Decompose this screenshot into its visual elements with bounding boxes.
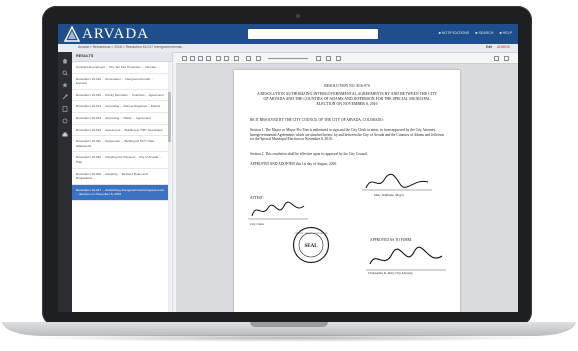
list-item[interactable]: Resolution 16-015 ... Rocky Mountain ...…: [72, 90, 168, 102]
laptop-notch: [250, 322, 328, 327]
pan-icon[interactable]: [216, 56, 221, 61]
list-item[interactable]: Resolution 16-012 ... Agreement ... Buil…: [72, 125, 168, 137]
enacting-clause: BE IT RESOLVED BY THE CITY COUNCIL OF TH…: [250, 118, 384, 122]
section-1: Section 1. The Mayor or Mayor Pro Tem is…: [250, 128, 445, 142]
search-icon[interactable]: [62, 70, 68, 76]
results-header: RESULTS: [72, 52, 172, 62]
admins-link[interactable]: ADMINS: [497, 45, 510, 49]
close-icon[interactable]: [504, 56, 509, 61]
resolution-title: A RESOLUTION AUTHORIZING INTERGOVERNMENT…: [256, 92, 438, 107]
mayor-name: Marc Williams, Mayor: [374, 193, 405, 197]
results-scrollbar[interactable]: [168, 62, 171, 312]
rotate-icon[interactable]: [234, 56, 239, 61]
app-screen: ARVADA ■ NOTIFICATIONS ■ SEARCH ■ HELP A…: [58, 24, 518, 312]
document-icon[interactable]: [62, 106, 68, 112]
results-panel: RESULTS Contract Amendment ... Pro-Tec F…: [72, 52, 173, 312]
select-icon[interactable]: [224, 56, 229, 61]
list-item[interactable]: Resolution 16-009 ... Adopting ... Revis…: [72, 169, 168, 185]
home-icon[interactable]: [62, 58, 68, 64]
top-links: ■ NOTIFICATIONS ■ SEARCH ■ HELP: [439, 30, 512, 36]
document-viewer: RESOLUTION NO. R16-070 A RESOLUTION AUTH…: [176, 54, 518, 312]
breadcrumb[interactable]: Arvada > Resolutions > 2016 > Resolution…: [78, 45, 184, 49]
seal-ring-text: CITY OF ARVADA COLORADO: [294, 232, 327, 235]
left-icon-rail: [58, 52, 72, 312]
attorney-signature: [366, 246, 446, 271]
seal-text: SEAL: [304, 244, 318, 249]
city-seal-icon: SEAL CITY OF ARVADA COLORADO: [292, 226, 330, 264]
scrollbar-thumb[interactable]: [168, 92, 171, 142]
section-2: Section 2. This resolution shall be effe…: [250, 152, 369, 156]
notifications-link[interactable]: ■ NOTIFICATIONS: [439, 30, 470, 36]
top-navigation-bar: ARVADA ■ NOTIFICATIONS ■ SEARCH ■ HELP: [58, 24, 518, 44]
webcam-icon: [296, 14, 300, 18]
highlight-icon[interactable]: [256, 56, 261, 61]
search-link[interactable]: ■ SEARCH: [475, 30, 493, 36]
edit-link[interactable]: Edit: [486, 45, 492, 49]
list-item[interactable]: Resolution 16-014 ... Amending ... Denve…: [72, 101, 168, 113]
zoom-out-icon[interactable]: [206, 56, 211, 61]
print-icon[interactable]: [62, 132, 68, 138]
viewer-toolbar: [176, 54, 518, 64]
print-icon[interactable]: [190, 56, 195, 61]
breadcrumb-actions: Edit ADMINS: [486, 45, 510, 49]
list-item[interactable]: Resolution 16-010 ... Adopting the Revis…: [72, 152, 168, 169]
zoom-slider[interactable]: [268, 58, 308, 59]
list-item[interactable]: Resolution 16-011 ... Agreement ... Buil…: [72, 136, 168, 153]
approved-as-to-form: APPROVED AS TO FORM:: [370, 238, 412, 242]
refresh-icon[interactable]: [62, 118, 68, 124]
laptop-shadow: [24, 334, 554, 342]
annotate-icon[interactable]: [246, 56, 251, 61]
fit-width-icon[interactable]: [326, 56, 331, 61]
zoom-in-icon[interactable]: [198, 56, 203, 61]
list-item[interactable]: Resolution 16-013 ... Approving ... Wate…: [72, 113, 168, 125]
clerk-title: City Clerk: [250, 222, 264, 226]
download-icon[interactable]: [494, 56, 499, 61]
tools-icon[interactable]: [62, 94, 68, 100]
list-item[interactable]: Resolution 16-016 ... Annexation ... Int…: [72, 74, 168, 90]
clerk-signature: [248, 201, 308, 220]
list-item[interactable]: Contract Amendment ... Pro-Tec Fire Prot…: [72, 62, 168, 74]
help-link[interactable]: ■ HELP: [499, 30, 512, 36]
arvada-logo-icon: [64, 26, 80, 42]
fit-page-icon[interactable]: [336, 56, 341, 61]
search-input[interactable]: [248, 29, 378, 39]
save-icon[interactable]: [182, 56, 187, 61]
results-list: Contract Amendment ... Pro-Tec Fire Prot…: [72, 62, 168, 312]
resolution-number: RESOLUTION NO. R16-070: [324, 84, 370, 88]
adopted-line: APPROVED AND ADOPTED this 1st day of Aug…: [250, 162, 338, 166]
document-page: RESOLUTION NO. R16-070 A RESOLUTION AUTH…: [234, 70, 460, 312]
brand-name: ARVADA: [82, 26, 150, 42]
list-item-selected[interactable]: Resolution 16-017 ... Authorizing Interg…: [72, 184, 168, 201]
star-icon[interactable]: [62, 82, 68, 88]
page-icon[interactable]: [316, 56, 321, 61]
attorney-name: Christopher K. Daly, City Attorney: [368, 271, 413, 275]
mayor-signature: [362, 173, 432, 191]
